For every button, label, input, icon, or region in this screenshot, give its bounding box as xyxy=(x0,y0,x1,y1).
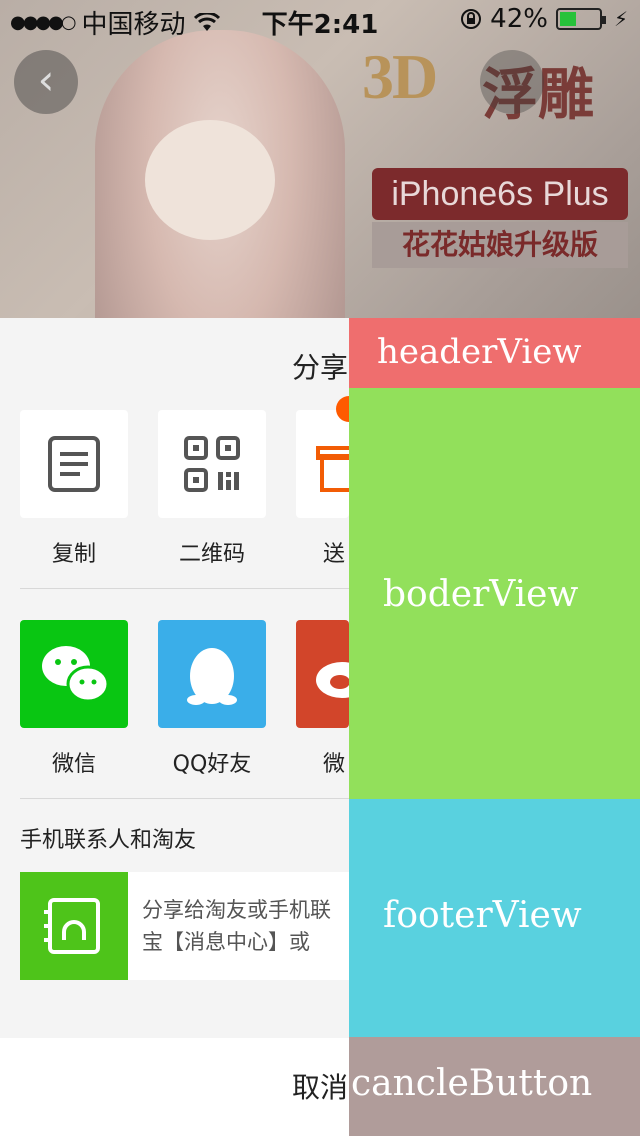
boder-view-overlay: boderView xyxy=(349,388,640,799)
qr-code-icon xyxy=(184,436,240,492)
header-view-overlay: headerView xyxy=(349,318,640,388)
wechat-icon xyxy=(42,646,110,703)
qr-code-action-label: 二维码 xyxy=(178,542,245,567)
contacts-section-title: 手机联系人和淘友 xyxy=(20,828,197,853)
cancle-button-label: cancleButton xyxy=(351,1063,593,1104)
header-view-label: headerView xyxy=(377,332,582,372)
battery-percent: 42% xyxy=(490,4,548,34)
qq-penguin-icon xyxy=(187,648,237,705)
banner-3d-text: 3D xyxy=(362,41,438,112)
product-illustration-face xyxy=(145,120,275,240)
footer-view-overlay: footerView xyxy=(349,799,640,1037)
rotation-lock-icon xyxy=(461,9,482,29)
chevron-left-icon: ‹ xyxy=(37,55,55,104)
gift-action-label: 送 xyxy=(322,542,345,567)
copy-action-button[interactable] xyxy=(20,410,128,518)
qr-code-action-button[interactable] xyxy=(158,410,266,518)
more-button[interactable] xyxy=(480,50,544,114)
copy-action-label: 复制 xyxy=(51,542,96,567)
weibo-label: 微 xyxy=(322,752,345,777)
status-bar: ●●●●○ 中国移动 下午2:41 42% ⚡ xyxy=(0,0,640,40)
qq-share-button[interactable] xyxy=(158,620,266,728)
cancle-button-overlay: cancleButton xyxy=(349,1037,640,1136)
charging-icon: ⚡ xyxy=(613,7,628,31)
boder-view-label: boderView xyxy=(383,574,579,615)
contacts-share-line1: 分享给淘友或手机联 xyxy=(142,898,331,922)
battery-icon xyxy=(555,8,606,30)
contacts-book-icon xyxy=(44,898,100,954)
qq-label: QQ好友 xyxy=(172,752,252,777)
contacts-share-line2: 宝【消息中心】或 xyxy=(142,930,310,954)
back-button[interactable]: ‹ xyxy=(14,50,78,114)
copy-document-icon xyxy=(48,436,100,492)
wechat-share-button[interactable] xyxy=(20,620,128,728)
banner-model-badge: iPhone6s Plus xyxy=(372,168,628,220)
gift-action-button[interactable] xyxy=(296,410,349,518)
gift-icon xyxy=(316,446,349,492)
banner-edition-badge: 花花姑娘升级版 xyxy=(372,222,628,268)
footer-view-label: footerView xyxy=(383,895,582,936)
weibo-icon xyxy=(316,662,349,698)
weibo-share-button[interactable] xyxy=(296,620,349,728)
wechat-label: 微信 xyxy=(51,752,96,777)
